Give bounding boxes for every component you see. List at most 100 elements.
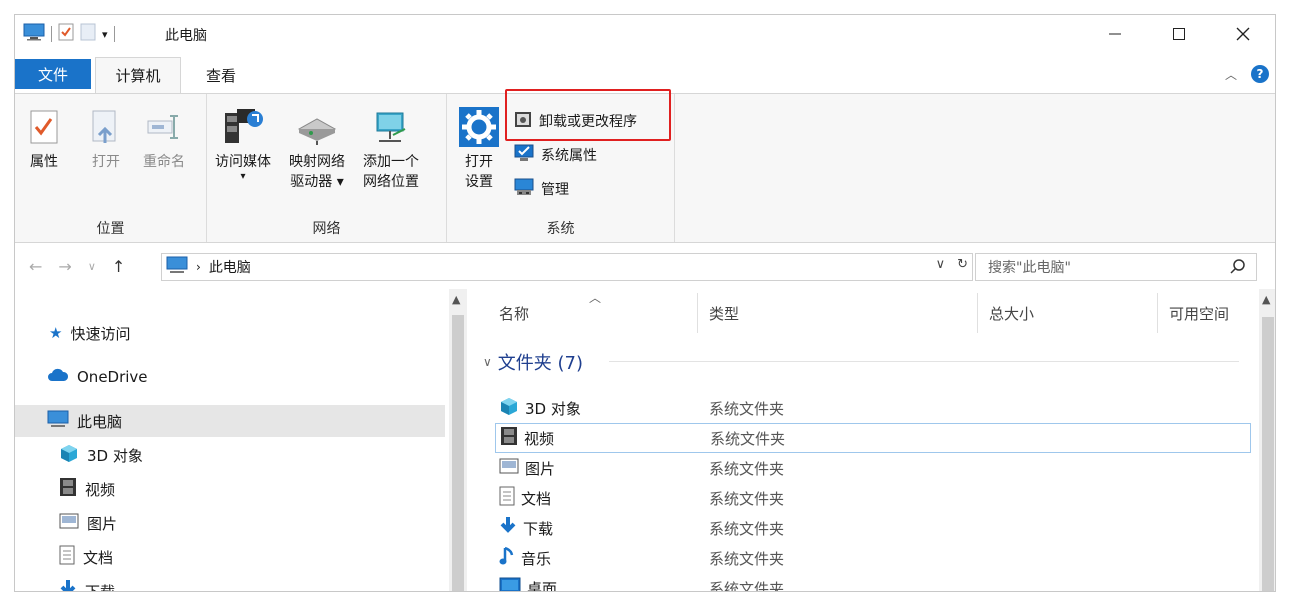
column-divider[interactable] (697, 293, 698, 333)
collapse-chevron-icon[interactable]: ∨ (483, 355, 492, 369)
scroll-up-icon[interactable]: ▲ (452, 293, 460, 306)
group-divider (609, 361, 1239, 362)
collapse-ribbon-icon[interactable]: ︿ (1225, 66, 1237, 83)
system-properties-button[interactable]: 系统属性 (513, 142, 597, 168)
breadcrumb: › 此电脑 (162, 256, 251, 278)
add-network-location-button[interactable]: 添加一个 网络位置 (363, 102, 419, 192)
refresh-icon[interactable]: ↻ (957, 257, 968, 272)
open-file-icon (91, 102, 121, 152)
add-location-label-2: 网络位置 (363, 174, 419, 190)
new-folder-icon[interactable] (80, 23, 96, 45)
nav-item-onedrive[interactable]: OneDrive (15, 361, 445, 393)
open-button[interactable]: 打开 (91, 102, 121, 172)
document-icon (59, 545, 75, 569)
group-network: 访问媒体 ▾ 映射网络 驱动器 ▾ 添加一个 网络位置 网络 (207, 94, 447, 242)
file-name-text: 音乐 (521, 549, 552, 568)
cube-3d-icon (59, 443, 79, 467)
back-arrow-icon[interactable]: ← (29, 257, 42, 276)
scroll-up-icon[interactable]: ▲ (1262, 293, 1270, 306)
computer-icon[interactable] (23, 23, 45, 45)
tab-file[interactable]: 文件 (15, 59, 91, 89)
nav-item-pictures[interactable]: 图片 (15, 507, 445, 539)
search-box[interactable]: 搜索"此电脑" (975, 253, 1257, 281)
rename-button[interactable]: 重命名 (143, 102, 185, 172)
tab-computer[interactable]: 计算机 (95, 57, 181, 93)
address-field[interactable]: › 此电脑 ∨ ↻ (161, 253, 973, 281)
navigation-pane: ★ 快速访问 OneDrive 此电脑 3D 对象 视频 图片 文档 下载 ▲ (15, 289, 467, 591)
file-name-text: 图片 (525, 459, 556, 478)
nav-item-downloads[interactable]: 下载 (15, 575, 445, 591)
open-settings-button[interactable]: 打开 设置 (459, 102, 499, 192)
breadcrumb-chevron-icon[interactable]: › (196, 260, 201, 274)
close-button[interactable] (1211, 15, 1275, 53)
list-item[interactable]: 文档 系统文件夹 (495, 483, 1251, 513)
file-name-text: 视频 (524, 429, 555, 448)
column-divider[interactable] (1157, 293, 1158, 333)
search-input[interactable]: 搜索"此电脑" (988, 257, 1071, 277)
manage-button[interactable]: 管理 (513, 176, 569, 202)
properties-check-icon[interactable] (58, 23, 74, 45)
column-divider[interactable] (977, 293, 978, 333)
nav-item-videos[interactable]: 视频 (15, 473, 445, 505)
picture-icon (59, 513, 79, 533)
explorer-window: ▾ 此电脑 文件 计算机 查看 ︿ ? 属性 打开 重命名 位置 访问媒体 ▾ … (14, 14, 1276, 592)
nav-item-quick-access[interactable]: ★ 快速访问 (15, 317, 445, 349)
group-location: 属性 打开 重命名 位置 (15, 94, 207, 242)
content-scrollbar[interactable]: ▲ (1259, 289, 1275, 591)
scroll-thumb[interactable] (452, 315, 464, 591)
nav-label: 3D 对象 (87, 446, 143, 465)
document-icon (499, 486, 515, 510)
up-arrow-icon[interactable]: ↑ (112, 257, 125, 276)
manage-label: 管理 (541, 182, 569, 198)
tab-view[interactable]: 查看 (191, 57, 251, 93)
settings-gear-icon (459, 102, 499, 152)
list-item[interactable]: 视频 系统文件夹 (495, 423, 1251, 453)
list-item[interactable]: 桌面 系统文件夹 (495, 573, 1251, 592)
nav-item-documents[interactable]: 文档 (15, 541, 445, 573)
nav-item-3d-objects[interactable]: 3D 对象 (15, 439, 445, 471)
column-header-total-size[interactable]: 总大小 (989, 289, 1034, 337)
nav-item-this-pc[interactable]: 此电脑 (15, 405, 445, 437)
access-media-label: 访问媒体 (215, 154, 271, 170)
film-icon (59, 477, 77, 501)
file-type: 系统文件夹 (709, 519, 785, 538)
map-network-drive-button[interactable]: 映射网络 驱动器 ▾ (289, 102, 345, 192)
column-header-type[interactable]: 类型 (709, 289, 739, 337)
file-name: 音乐 (495, 546, 705, 570)
add-location-label-1: 添加一个 (363, 154, 419, 170)
nav-label: 此电脑 (77, 412, 123, 431)
map-drive-label-2: 驱动器 ▾ (290, 174, 344, 190)
file-type: 系统文件夹 (709, 579, 785, 592)
nav-label: OneDrive (77, 368, 148, 386)
maximize-button[interactable] (1147, 15, 1211, 53)
group-location-label: 位置 (96, 221, 125, 237)
open-settings-label-2: 设置 (465, 174, 493, 190)
scroll-thumb[interactable] (1262, 317, 1274, 591)
properties-button[interactable]: 属性 (29, 102, 59, 172)
map-drive-label-1: 映射网络 (289, 154, 345, 170)
nav-scrollbar[interactable]: ▲ (449, 289, 467, 591)
forward-arrow-icon[interactable]: → (58, 257, 71, 276)
folders-group-header[interactable]: ∨ 文件夹 (7) (483, 349, 583, 375)
list-item[interactable]: 图片 系统文件夹 (495, 453, 1251, 483)
recent-locations-icon[interactable]: ∨ (88, 260, 96, 273)
breadcrumb-this-pc[interactable]: 此电脑 (209, 257, 251, 277)
access-media-button[interactable]: 访问媒体 ▾ (215, 102, 271, 182)
file-type: 系统文件夹 (710, 429, 786, 448)
quick-access-toolbar: ▾ (23, 23, 115, 45)
customize-toolbar-icon[interactable]: ▾ (102, 28, 108, 41)
minimize-button[interactable] (1083, 15, 1147, 53)
column-header-name[interactable]: 名称 (499, 289, 529, 337)
network-location-icon (369, 102, 413, 152)
nav-label: 文档 (83, 548, 114, 567)
search-icon[interactable] (1230, 259, 1246, 279)
file-name-text: 3D 对象 (525, 399, 581, 418)
column-header-free-space[interactable]: 可用空间 (1169, 289, 1229, 337)
address-dropdown-icon[interactable]: ∨ (936, 257, 946, 272)
list-item[interactable]: 下载 系统文件夹 (495, 513, 1251, 543)
list-item[interactable]: 3D 对象 系统文件夹 (495, 393, 1251, 423)
help-icon[interactable]: ? (1251, 65, 1269, 83)
cube-3d-icon (499, 396, 519, 420)
media-icon (221, 102, 265, 152)
list-item[interactable]: 音乐 系统文件夹 (495, 543, 1251, 573)
